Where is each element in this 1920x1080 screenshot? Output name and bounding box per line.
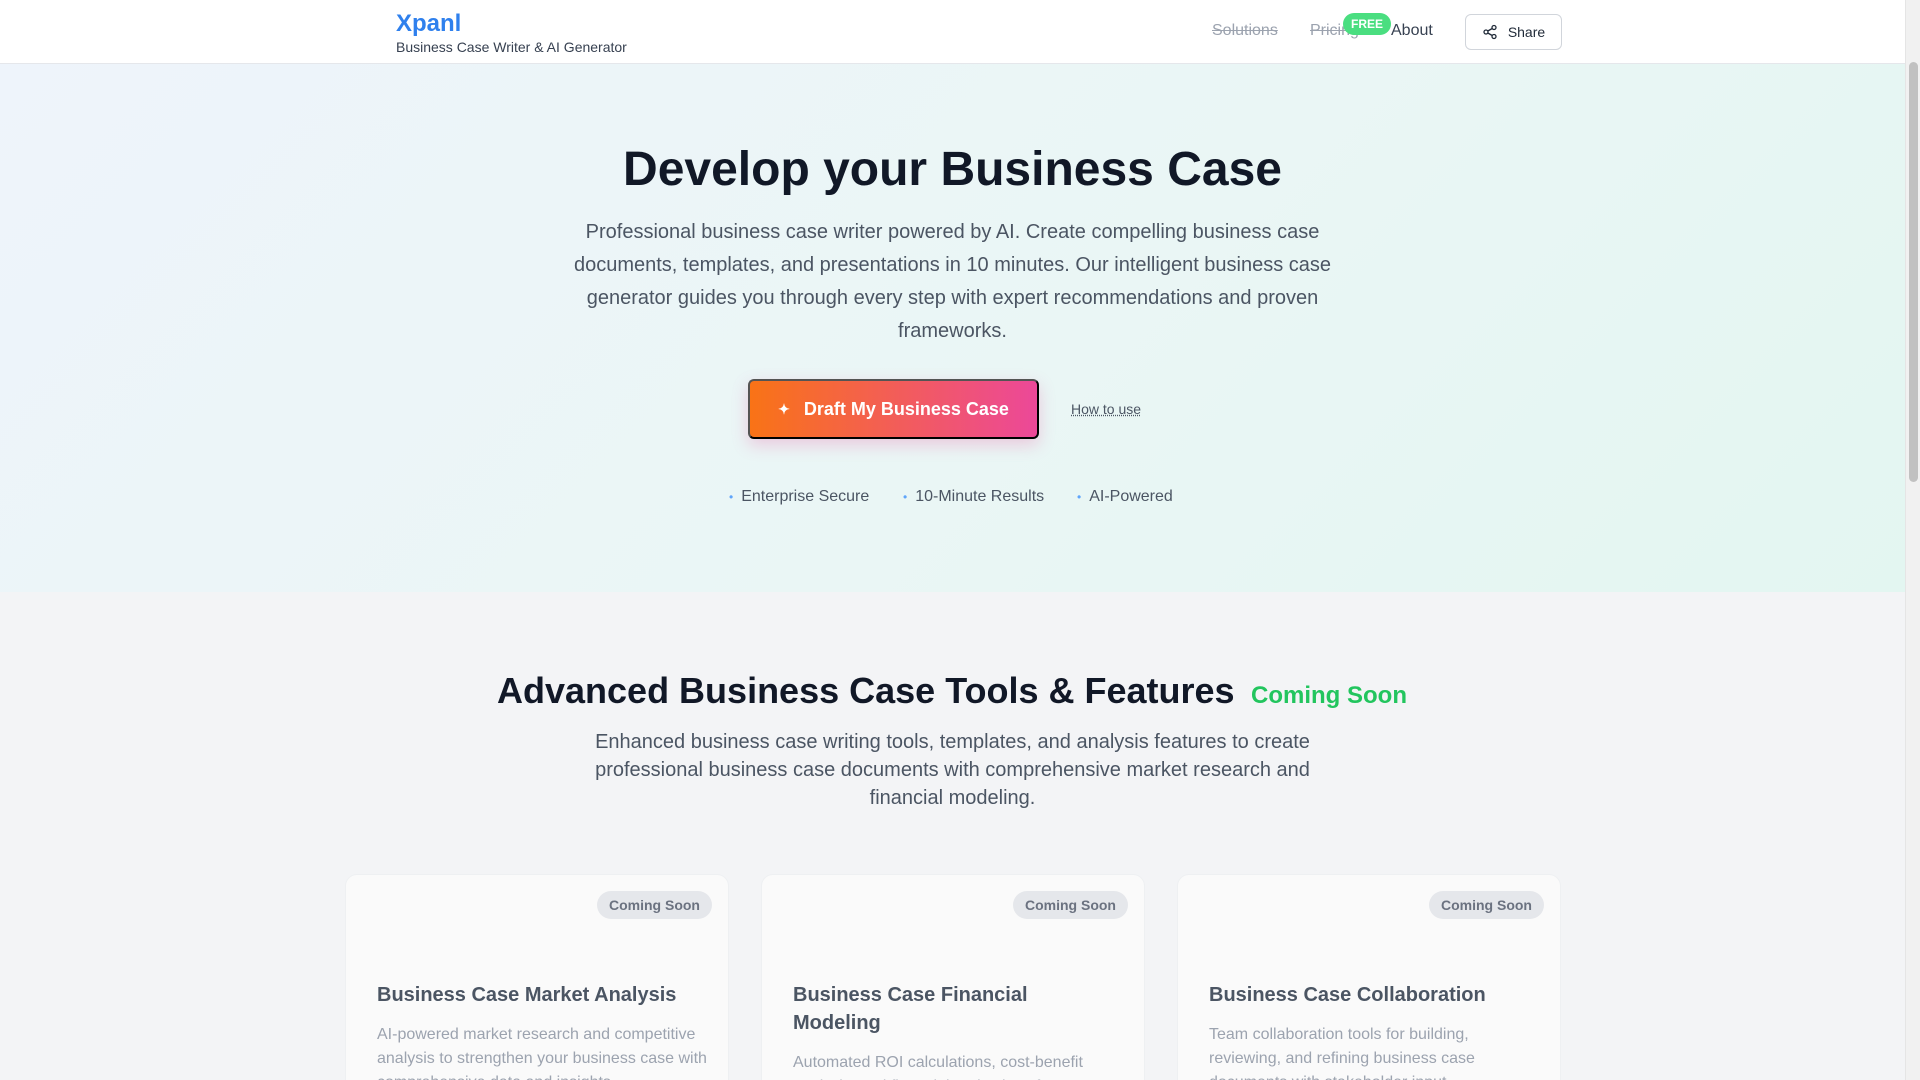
hero-title: Develop your Business Case xyxy=(623,143,1282,196)
feature-label: AI-Powered xyxy=(1089,488,1173,505)
feature-item: • Enterprise Secure xyxy=(729,488,869,506)
card-title: Business Case Collaboration xyxy=(1209,984,1486,1006)
page-scrollbar[interactable] xyxy=(1905,0,1920,1080)
feature-label: Enterprise Secure xyxy=(741,488,870,505)
pricing-free-badge: FREE xyxy=(1343,13,1392,35)
card-description: Automated ROI calculations, cost-benefit… xyxy=(793,1054,1090,1080)
cta-label: Draft My Business Case xyxy=(803,398,1009,419)
feature-label: 10-Minute Results xyxy=(915,488,1045,505)
tools-subtitle: Enhanced business case writing tools, te… xyxy=(595,731,1310,809)
brand-name[interactable]: Xpanl xyxy=(396,10,627,38)
coming-soon-badge: Coming Soon xyxy=(1013,891,1128,919)
dot-icon: • xyxy=(1077,490,1082,504)
page: Xpanl Business Case Writer & AI Generato… xyxy=(0,0,1905,1080)
feature-item: • 10-Minute Results xyxy=(903,488,1044,506)
card-description: Team collaboration tools for building, r… xyxy=(1209,1026,1475,1080)
feature-card-market-analysis: Coming Soon Business Case Market Analysi… xyxy=(345,874,729,1080)
brand[interactable]: Xpanl Business Case Writer & AI Generato… xyxy=(396,10,627,56)
draft-business-case-button[interactable]: ✦ Draft My Business Case xyxy=(748,379,1039,439)
brand-tagline: Business Case Writer & AI Generator xyxy=(396,39,627,55)
how-to-use-link[interactable]: How to use xyxy=(1071,401,1141,417)
scrollbar-thumb[interactable] xyxy=(1909,62,1918,482)
coming-soon-badge: Coming Soon xyxy=(597,891,712,919)
dot-icon: • xyxy=(729,490,734,504)
share-icon xyxy=(1483,24,1497,40)
hero-features: • Enterprise Secure • 10-Minute Results • A… xyxy=(0,488,1905,508)
nav-about-link[interactable]: About xyxy=(1391,22,1433,40)
feature-item: • AI-Powered xyxy=(1077,488,1173,506)
feature-card-collaboration: Coming Soon Business Case Collaboration … xyxy=(1177,874,1561,1080)
sparkle-icon: ✦ xyxy=(778,400,790,417)
coming-soon-badge: Coming Soon xyxy=(1429,891,1544,919)
share-button[interactable]: Share xyxy=(1465,14,1562,50)
tools-title: Advanced Business Case Tools & Features xyxy=(497,670,1235,711)
tools-coming-soon-label: Coming Soon xyxy=(1251,682,1407,709)
card-title: Business Case Financial Modeling xyxy=(793,984,1028,1034)
hero-section: Develop your Business Case Professional … xyxy=(0,64,1905,592)
dot-icon: • xyxy=(903,490,908,504)
share-label: Share xyxy=(1507,24,1546,40)
top-header: Xpanl Business Case Writer & AI Generato… xyxy=(0,0,1905,64)
hero-subtitle: Professional business case writer powere… xyxy=(573,221,1332,342)
card-description: AI-powered market research and competiti… xyxy=(377,1026,707,1080)
feature-card-financial-modeling: Coming Soon Business Case Financial Mode… xyxy=(761,874,1145,1080)
nav-solutions-link[interactable]: Solutions xyxy=(1212,22,1278,40)
card-title: Business Case Market Analysis xyxy=(377,984,677,1006)
